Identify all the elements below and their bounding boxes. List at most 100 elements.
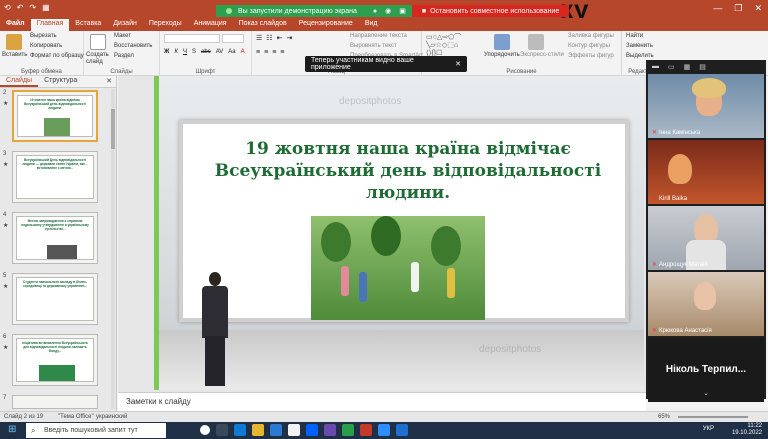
shadow-button[interactable]: S	[192, 49, 196, 55]
bold-button[interactable]: Ж	[164, 49, 169, 55]
italic-button[interactable]: К	[174, 49, 178, 55]
format-painter-button[interactable]: Формат по образцу	[30, 53, 84, 59]
tab-insert[interactable]: Вставка	[69, 19, 107, 31]
tab-design[interactable]: Дизайн	[107, 19, 143, 31]
align-left-icon[interactable]: ≡	[256, 49, 260, 56]
view-toggle-icon[interactable]: ▭	[668, 63, 675, 71]
close-button[interactable]: ✕	[754, 3, 762, 14]
copy-button[interactable]: Копировать	[30, 43, 62, 49]
system-clock[interactable]: 11:22 19.10.2022	[732, 423, 762, 437]
gallery-view-icon[interactable]: ▤	[699, 63, 706, 71]
align-text-button[interactable]: Выровнять текст	[350, 43, 397, 49]
powerpoint-icon[interactable]	[360, 424, 372, 436]
paste-icon[interactable]	[6, 34, 22, 50]
amazon-icon[interactable]	[288, 424, 300, 436]
redo-icon[interactable]: ↷	[29, 3, 36, 12]
zoom-slider[interactable]	[678, 416, 748, 418]
slide-thumbnail-row[interactable]: 6 ★ Ініціатива встановлення Всеукраїнськ…	[0, 334, 112, 390]
store-icon[interactable]	[270, 424, 282, 436]
slide-thumbnail-row[interactable]: 3 ★ Всеукраїнський День відповідальності…	[0, 151, 112, 207]
slide-thumbnail-row[interactable]: 5 ★ Студенти навчального закладу в бізне…	[0, 273, 112, 329]
toast-close-button[interactable]: ✕	[455, 60, 461, 68]
video-tile[interactable]: ✕ Андрощук Матвій	[648, 206, 764, 270]
text-direction-button[interactable]: Направление текста	[350, 33, 407, 39]
camera-icon[interactable]: ▣	[399, 7, 406, 15]
tab-view[interactable]: Вид	[359, 19, 384, 31]
slide-thumbnail[interactable]: 19 жовтня наша країна відмічає Всеукраїн…	[12, 90, 98, 142]
shape-fill-button[interactable]: Заливка фигуры	[568, 33, 614, 39]
word-icon[interactable]	[396, 424, 408, 436]
select-button[interactable]: Выделить	[626, 53, 654, 59]
video-tile[interactable]: ✕ Kirill Baika	[648, 140, 764, 204]
spacing-button[interactable]: AV	[216, 49, 224, 55]
underline-button[interactable]: Ч	[183, 49, 187, 55]
restore-button[interactable]: ❐	[734, 3, 742, 14]
slide-thumbnail-row[interactable]: 7	[0, 395, 112, 409]
edge-icon[interactable]	[234, 424, 246, 436]
undo-icon[interactable]: ↶	[17, 3, 24, 12]
font-name-select[interactable]	[164, 34, 220, 43]
paste-button[interactable]: Вставить	[2, 52, 27, 58]
minimize-button[interactable]: —	[713, 3, 722, 14]
section-button[interactable]: Раздел	[114, 53, 134, 59]
new-slide-icon[interactable]	[90, 34, 106, 50]
slide-photo[interactable]	[311, 216, 485, 320]
justify-icon[interactable]: ≡	[280, 49, 284, 56]
explorer-icon[interactable]	[252, 424, 264, 436]
bullets-icon[interactable]: ☰	[256, 34, 262, 42]
slide-thumbnail[interactable]	[12, 395, 98, 409]
slide-thumbnail[interactable]: Всеукраїнський День відповідальності люд…	[12, 151, 98, 203]
reset-button[interactable]: Восстановить	[114, 43, 152, 49]
font-color-button[interactable]: A	[241, 49, 245, 55]
zoom-icon[interactable]	[378, 424, 390, 436]
video-tile[interactable]: ✕ Інна Камінська	[648, 74, 764, 138]
stop-sharing-button[interactable]: ■ Остановить совместное использование	[411, 5, 570, 17]
tab-slides[interactable]: Слайды	[0, 76, 39, 87]
font-size-select[interactable]	[222, 34, 244, 43]
cortana-icon[interactable]	[200, 425, 210, 435]
slide-thumbnail[interactable]: Метою запровадження є сприяння подальшом…	[12, 212, 98, 264]
slide-thumbnail-row[interactable]: 4 ★ Метою запровадження є сприяння подал…	[0, 212, 112, 268]
tab-file[interactable]: Файл	[0, 19, 31, 31]
strikethrough-button[interactable]: abc	[201, 49, 211, 55]
tab-animation[interactable]: Анимация	[188, 19, 233, 31]
slide-thumbnail[interactable]: Студенти навчального закладу в бізнес-се…	[12, 273, 98, 325]
tab-slideshow[interactable]: Показ слайдов	[233, 19, 293, 31]
notes-pane[interactable]: Заметки к слайду	[118, 392, 646, 411]
slide-title[interactable]: 19 жовтня наша країна відмічає Всеукраїн…	[193, 138, 623, 204]
mic-icon[interactable]: ◉	[385, 7, 391, 15]
indent-decrease-icon[interactable]: ⇤	[277, 34, 283, 42]
cut-button[interactable]: Вырезать	[30, 33, 57, 39]
arrange-icon[interactable]	[494, 34, 510, 50]
quick-styles-button[interactable]: Экспресс-стили	[520, 52, 564, 58]
keyboard-language[interactable]: УКР	[703, 426, 714, 432]
minimize-icon[interactable]: ▬	[652, 63, 659, 71]
case-button[interactable]: Aa	[228, 49, 235, 55]
quick-styles-icon[interactable]	[528, 34, 544, 50]
new-slide-button[interactable]: Создать слайд	[86, 52, 110, 66]
replace-button[interactable]: Заменить	[626, 43, 653, 49]
slide-thumbnail-row[interactable]: 2 ★ 19 жовтня наша країна відмічає Всеук…	[0, 90, 112, 146]
video-tile[interactable]: ✕ Крюкова Анастасія	[648, 272, 764, 336]
slide-thumbnail[interactable]: Ініціатива встановлення Всеукраїнського …	[12, 334, 98, 386]
shape-outline-button[interactable]: Контур фигуры	[568, 43, 610, 49]
tab-home[interactable]: Главная	[30, 19, 70, 31]
shape-effects-button[interactable]: Эффекты фигур	[568, 53, 614, 59]
layout-button[interactable]: Макет	[114, 33, 131, 39]
tab-review[interactable]: Рецензирование	[293, 19, 359, 31]
speaker-view-icon[interactable]: ▦	[684, 63, 691, 71]
save-icon[interactable]: ⟲	[4, 3, 11, 12]
task-view-icon[interactable]	[216, 424, 228, 436]
align-center-icon[interactable]: ≡	[264, 49, 268, 56]
slides-scrollbar[interactable]	[111, 89, 115, 409]
app-icon[interactable]	[342, 424, 354, 436]
zoom-level[interactable]: 65%	[658, 414, 670, 420]
arrange-button[interactable]: Упорядочить	[484, 52, 520, 58]
indent-increase-icon[interactable]: ⇥	[286, 34, 292, 42]
show-more-icon[interactable]: ⌄	[646, 389, 766, 397]
find-button[interactable]: Найти	[626, 33, 643, 39]
scrollbar-thumb[interactable]	[111, 109, 115, 149]
taskbar-search[interactable]: ⌕ Введіть пошуковий запит тут	[26, 423, 166, 438]
windows-start-icon[interactable]: ⊞	[8, 425, 18, 435]
customize-icon[interactable]: ▦	[42, 3, 50, 12]
